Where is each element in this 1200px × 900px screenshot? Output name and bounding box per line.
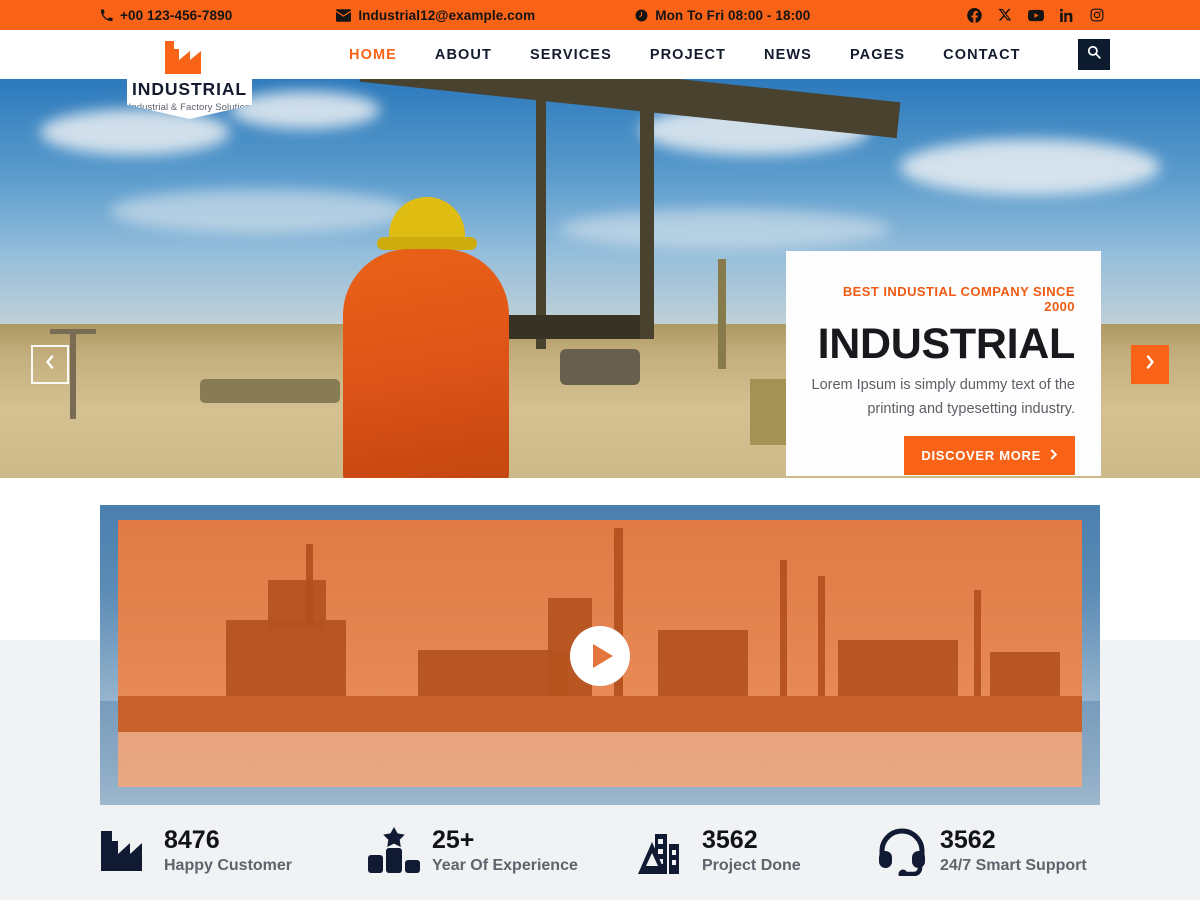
stat-label: 24/7 Smart Support (940, 856, 1087, 874)
site-logo[interactable]: INDUSTRIAL Industrial & Factory Solution (127, 30, 252, 119)
discover-more-button[interactable]: DISCOVER MORE (904, 436, 1075, 476)
search-button[interactable] (1078, 39, 1110, 70)
stat-number: 3562 (702, 826, 758, 855)
hero-content-card: BEST INDUSTIAL COMPANY SINCE 2000 INDUST… (786, 251, 1101, 476)
chevron-right-icon (1145, 355, 1155, 374)
plant-building (838, 640, 958, 698)
social-links (967, 7, 1104, 23)
factory-icon (100, 824, 152, 878)
x-twitter-icon[interactable] (998, 8, 1012, 22)
video-water (118, 732, 1082, 787)
smokestack (818, 576, 825, 698)
clock-icon (635, 9, 648, 22)
search-icon (1087, 45, 1101, 64)
envelope-icon (336, 8, 352, 22)
plant-shed (418, 650, 568, 698)
nav-item-services[interactable]: SERVICES (511, 47, 631, 63)
landing-page: +00 123-456-7890 Industrial12@example.co… (0, 0, 1200, 900)
plant-building (658, 630, 748, 698)
nav-item-about[interactable]: ABOUT (416, 47, 511, 63)
smokestack (780, 560, 787, 698)
video-play-button[interactable] (570, 626, 630, 686)
stat-happy-customer: 8476 Happy Customer (100, 820, 368, 882)
plant-building (226, 620, 346, 698)
stat-text: 3562 Project Done (702, 827, 801, 874)
nav-item-project[interactable]: PROJECT (631, 47, 745, 63)
stat-number: 3562 (940, 826, 996, 855)
stat-project-done: 3562 Project Done (638, 820, 876, 882)
nav-item-news[interactable]: NEWS (745, 47, 831, 63)
discover-more-label: DISCOVER MORE (921, 448, 1041, 464)
smokestack (974, 590, 981, 698)
topbar-email[interactable]: Industrial12@example.com (336, 8, 535, 23)
buildings-icon (638, 824, 690, 878)
award-bars-icon (368, 824, 420, 878)
stat-text: 25+ Year Of Experience (432, 827, 578, 874)
nav-links: HOME ABOUT SERVICES PROJECT NEWS PAGES C… (330, 30, 1040, 79)
stat-label: Happy Customer (164, 856, 293, 874)
stat-smart-support: 3562 24/7 Smart Support (876, 820, 1100, 882)
headset-icon (876, 824, 928, 878)
smokestack (306, 544, 313, 624)
nav-item-home[interactable]: HOME (330, 47, 416, 63)
hero-slider: BEST INDUSTIAL COMPANY SINCE 2000 INDUST… (0, 79, 1200, 478)
nav-item-contact[interactable]: CONTACT (924, 47, 1040, 63)
stat-number: 8476 (164, 826, 220, 855)
stat-text: 3562 24/7 Smart Support (940, 827, 1087, 874)
stat-year-of-experience: 25+ Year Of Experience (368, 820, 638, 882)
youtube-icon[interactable] (1028, 8, 1044, 23)
nav-item-pages[interactable]: PAGES (831, 47, 924, 63)
factory-icon (164, 41, 215, 75)
topbar-hours: Mon To Fri 08:00 - 18:00 (635, 8, 810, 23)
chevron-right-icon (1049, 448, 1058, 463)
play-icon (592, 644, 613, 668)
stat-text: 8476 Happy Customer (164, 827, 292, 874)
plant-shed (990, 652, 1060, 698)
linkedin-icon[interactable] (1060, 8, 1074, 22)
stat-number: 25+ (432, 826, 475, 855)
stat-label: Project Done (702, 856, 801, 874)
hero-eyebrow: BEST INDUSTIAL COMPANY SINCE 2000 (842, 284, 1075, 314)
slider-prev-button[interactable] (31, 345, 69, 384)
facebook-icon[interactable] (967, 7, 982, 23)
stat-label: Year Of Experience (432, 856, 578, 874)
hero-subtitle: Lorem Ipsum is simply dummy text of the … (811, 377, 1076, 417)
stats-row: 8476 Happy Customer 25+ Year Of Experien… (100, 820, 1100, 882)
topbar-email-text: Industrial12@example.com (358, 7, 536, 23)
logo-name: INDUSTRIAL (132, 79, 247, 99)
top-info-bar: +00 123-456-7890 Industrial12@example.co… (0, 0, 1200, 30)
topbar-phone[interactable]: +00 123-456-7890 (100, 8, 232, 23)
phone-icon (100, 9, 113, 22)
plant-tower (268, 580, 326, 630)
slider-next-button[interactable] (1131, 345, 1169, 384)
instagram-icon[interactable] (1090, 8, 1104, 22)
video-shoreline (118, 696, 1082, 732)
hero-title: INDUSTRIAL (817, 320, 1076, 368)
chevron-left-icon (45, 355, 55, 374)
topbar-hours-text: Mon To Fri 08:00 - 18:00 (655, 7, 811, 23)
topbar-phone-text: +00 123-456-7890 (120, 7, 233, 23)
